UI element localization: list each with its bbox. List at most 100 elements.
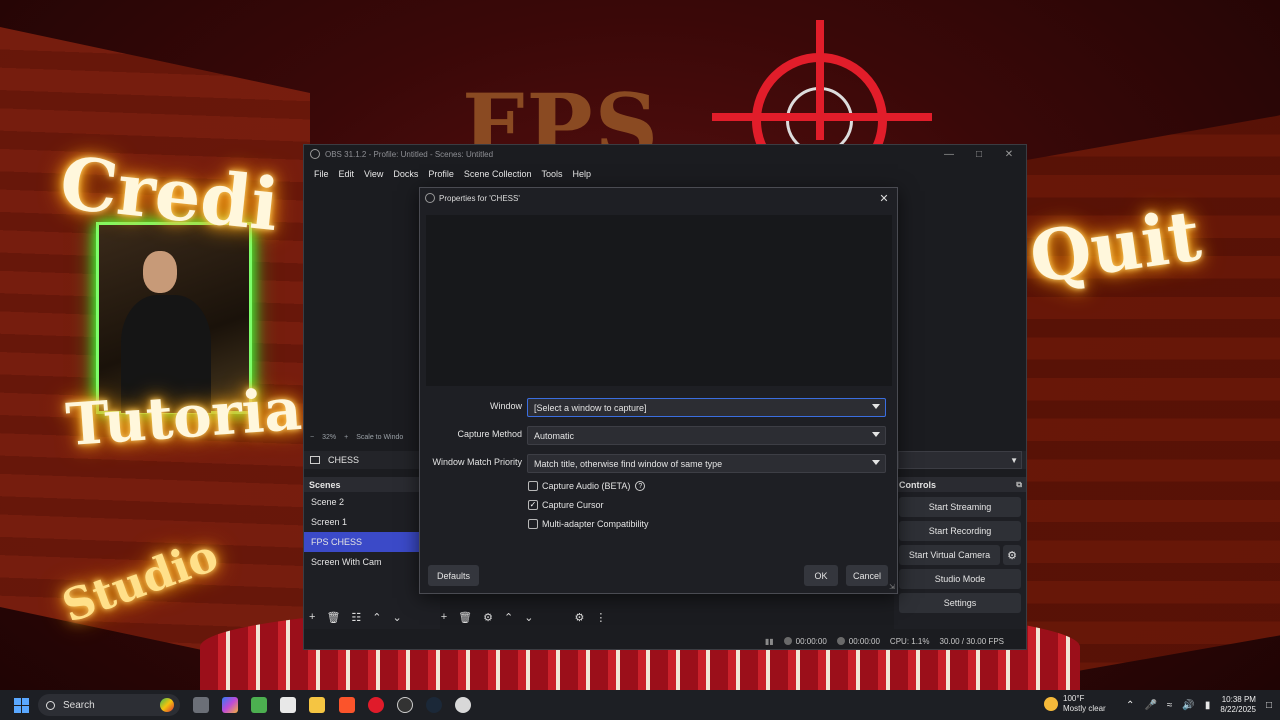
virtual-camera-gear-icon[interactable]: ⚙ bbox=[1003, 545, 1021, 565]
weather-widget[interactable]: 100°F Mostly clear bbox=[1044, 694, 1106, 713]
cancel-button[interactable]: Cancel bbox=[846, 565, 888, 586]
obs-taskbar-icon[interactable] bbox=[397, 697, 413, 713]
window-label: Window bbox=[489, 401, 522, 411]
menu-docks[interactable]: Docks bbox=[388, 169, 423, 179]
add-scene-button[interactable]: + bbox=[309, 611, 315, 623]
clock-time: 10:38 PM bbox=[1221, 695, 1256, 704]
resize-grip-icon[interactable]: ⇲ bbox=[889, 583, 895, 591]
move-up-icon[interactable]: ⌃ bbox=[504, 611, 513, 624]
capture-audio-checkbox[interactable] bbox=[528, 481, 538, 491]
move-down-icon[interactable]: ⌄ bbox=[393, 611, 402, 624]
menu-tools[interactable]: Tools bbox=[536, 169, 567, 179]
weather-temp: 100°F bbox=[1063, 694, 1085, 703]
window-select[interactable]: [Select a window to capture] bbox=[527, 398, 886, 417]
obs-logo-icon bbox=[310, 149, 320, 159]
help-icon[interactable]: ? bbox=[635, 481, 646, 491]
capture-cursor-checkbox[interactable]: ✓ bbox=[528, 500, 538, 510]
capture-method-select[interactable]: Automatic bbox=[527, 426, 886, 445]
task-view-icon[interactable] bbox=[193, 697, 209, 713]
minecraft-icon[interactable] bbox=[251, 697, 267, 713]
gear-icon[interactable]: ⚙ bbox=[483, 611, 493, 624]
windows-start-icon[interactable] bbox=[14, 698, 29, 713]
filter-icon[interactable]: ☷ bbox=[351, 611, 361, 624]
undock-icon[interactable]: ⧉ bbox=[1016, 480, 1022, 490]
menu-edit[interactable]: Edit bbox=[334, 169, 360, 179]
scale-mode[interactable]: Scale to Windo bbox=[356, 434, 403, 441]
stream-status-icon bbox=[783, 637, 792, 646]
steam-icon[interactable] bbox=[426, 697, 442, 713]
capture-method-value: Automatic bbox=[534, 430, 575, 441]
multi-adapter-label[interactable]: Multi-adapter Compatibility bbox=[542, 519, 649, 529]
wifi-icon[interactable]: ≈ bbox=[1167, 700, 1173, 711]
stream-time: 00:00:00 bbox=[783, 637, 827, 646]
match-priority-value: Match title, otherwise find window of sa… bbox=[534, 458, 723, 469]
trash-icon[interactable]: 🗑 bbox=[326, 611, 340, 624]
more-options-icon[interactable]: ⋮ bbox=[595, 611, 606, 624]
mixer-settings-icon[interactable]: ⚙ bbox=[574, 611, 584, 624]
volume-icon[interactable]: 🔊 bbox=[1182, 700, 1194, 711]
settings-button[interactable]: Settings bbox=[899, 593, 1021, 613]
credits-sign: Credi bbox=[56, 139, 283, 248]
move-up-icon[interactable]: ⌃ bbox=[372, 611, 381, 624]
menu-file[interactable]: File bbox=[309, 169, 334, 179]
trash-icon[interactable]: 🗑 bbox=[458, 611, 472, 624]
search-icon bbox=[46, 700, 55, 710]
defaults-button[interactable]: Defaults bbox=[428, 565, 479, 586]
store-icon[interactable] bbox=[280, 697, 296, 713]
start-virtual-camera-button[interactable]: Start Virtual Camera bbox=[899, 545, 1000, 565]
tutorial-sign: Tutoria bbox=[63, 374, 304, 460]
cpu-usage: CPU: 1.1% bbox=[889, 636, 930, 646]
file-explorer-icon[interactable] bbox=[309, 697, 325, 713]
app-icon[interactable] bbox=[455, 697, 471, 713]
ok-button[interactable]: OK bbox=[804, 565, 838, 586]
obs-logo-icon bbox=[425, 193, 435, 203]
match-priority-select[interactable]: Match title, otherwise find window of sa… bbox=[527, 454, 886, 473]
maximize-icon[interactable]: □ bbox=[964, 145, 994, 163]
record-time-value: 00:00:00 bbox=[848, 636, 880, 646]
zoom-in-button[interactable]: + bbox=[344, 434, 348, 441]
multi-adapter-row: Multi-adapter Compatibility bbox=[528, 519, 649, 529]
clock[interactable]: 10:38 PM 8/22/2025 bbox=[1220, 695, 1256, 715]
source-name: CHESS bbox=[328, 455, 360, 465]
source-dropdown[interactable] bbox=[898, 451, 1022, 469]
weather-desc: Mostly clear bbox=[1063, 703, 1106, 713]
add-source-button[interactable]: + bbox=[441, 611, 447, 623]
chevron-down-icon[interactable]: ▼ bbox=[1010, 456, 1018, 465]
battery-icon[interactable]: ▮ bbox=[1205, 700, 1211, 711]
chevron-down-icon bbox=[872, 432, 880, 437]
notifications-icon[interactable]: □ bbox=[1266, 700, 1272, 711]
capture-method-label: Capture Method bbox=[457, 429, 522, 439]
move-down-icon[interactable]: ⌄ bbox=[524, 611, 533, 624]
copilot-icon[interactable] bbox=[222, 697, 238, 713]
capture-audio-label[interactable]: Capture Audio (BETA) bbox=[542, 481, 630, 491]
minimize-icon[interactable]: — bbox=[934, 145, 964, 163]
network-icon: ▮▮ bbox=[764, 636, 774, 646]
source-preview bbox=[426, 215, 892, 386]
brave-icon[interactable] bbox=[339, 697, 355, 713]
zoom-out-button[interactable]: − bbox=[310, 434, 314, 441]
multi-adapter-checkbox[interactable] bbox=[528, 519, 538, 529]
window-title: OBS 31.1.2 - Profile: Untitled - Scenes:… bbox=[325, 149, 494, 159]
studio-mode-button[interactable]: Studio Mode bbox=[899, 569, 1021, 589]
opera-icon[interactable] bbox=[368, 697, 384, 713]
capture-cursor-row: ✓ Capture Cursor bbox=[528, 500, 604, 510]
taskbar-search[interactable]: Search bbox=[38, 694, 180, 716]
menu-scene-collection[interactable]: Scene Collection bbox=[459, 169, 537, 179]
microphone-icon[interactable]: 🎤 bbox=[1144, 700, 1156, 711]
close-icon[interactable]: ✕ bbox=[877, 190, 891, 206]
start-streaming-button[interactable]: Start Streaming bbox=[899, 497, 1021, 517]
controls-header: Controls ⧉ bbox=[894, 477, 1026, 492]
controls-title: Controls bbox=[899, 479, 936, 490]
properties-dialog: Properties for 'CHESS' ✕ Window [Select … bbox=[419, 187, 898, 594]
close-icon[interactable]: ✕ bbox=[994, 145, 1024, 163]
window-select-value: [Select a window to capture] bbox=[534, 402, 647, 413]
menu-bar: File Edit View Docks Profile Scene Colle… bbox=[304, 165, 596, 183]
chevron-up-icon[interactable]: ⌃ bbox=[1126, 700, 1134, 711]
capture-cursor-label[interactable]: Capture Cursor bbox=[542, 500, 604, 510]
menu-profile[interactable]: Profile bbox=[423, 169, 459, 179]
start-recording-button[interactable]: Start Recording bbox=[899, 521, 1021, 541]
record-status-icon bbox=[836, 637, 845, 646]
menu-view[interactable]: View bbox=[359, 169, 388, 179]
obs-status-bar: ▮▮ 00:00:00 00:00:00 CPU: 1.1% 30.00 / 3… bbox=[304, 631, 1026, 651]
menu-help[interactable]: Help bbox=[567, 169, 596, 179]
